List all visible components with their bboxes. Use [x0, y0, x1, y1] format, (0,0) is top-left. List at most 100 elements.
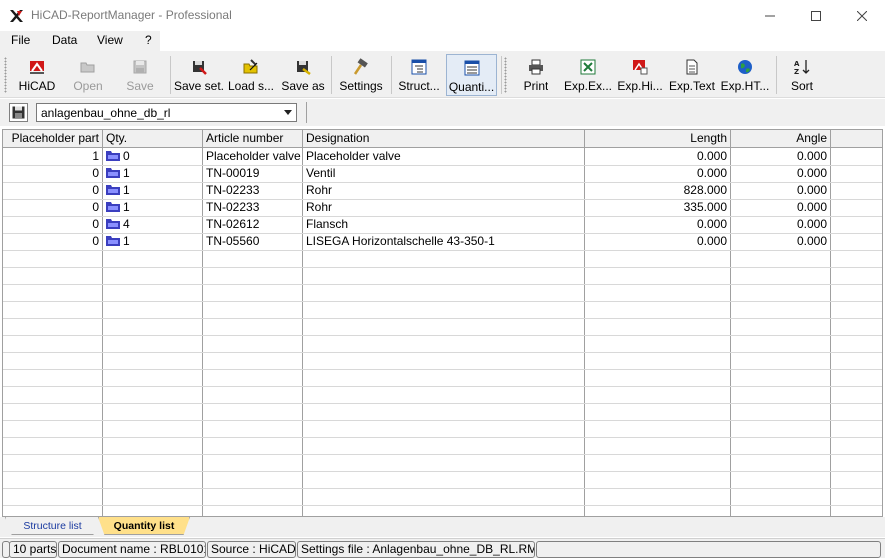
- cell-placeholder[interactable]: 0: [3, 199, 102, 216]
- cell-angle[interactable]: 0.000: [731, 165, 830, 182]
- toolbar: HiCAD Open Save Save set. Load s... Save…: [0, 51, 885, 98]
- hicad-button[interactable]: HiCAD: [12, 54, 62, 96]
- menu-view[interactable]: View: [97, 33, 123, 47]
- cell-qty[interactable]: 1: [103, 182, 202, 199]
- cell-angle[interactable]: 0.000: [731, 148, 830, 165]
- tab-quantity-list[interactable]: Quantity list: [98, 517, 190, 535]
- table-row[interactable]: 0 1 TN-05560 LISEGA Horizontalschelle 43-35…: [3, 233, 882, 250]
- grid-row-line: [3, 369, 882, 370]
- printer-icon: [529, 59, 543, 75]
- column-header-length[interactable]: Length: [585, 130, 731, 148]
- status-panel-extra: [536, 541, 881, 558]
- cell-length[interactable]: 828.000: [585, 182, 730, 199]
- cell-qty[interactable]: 1: [103, 165, 202, 182]
- cell-qty[interactable]: 1: [103, 233, 202, 250]
- export-hicad-button[interactable]: Exp.Hi...: [616, 54, 664, 96]
- part-folder-icon: [106, 168, 120, 178]
- status-document-name: Document name : RBL0101: [58, 541, 206, 558]
- tab-structure-list[interactable]: Structure list: [5, 517, 100, 535]
- grid-row-line: [3, 454, 882, 455]
- export-excel-button[interactable]: Exp.Ex...: [563, 54, 613, 96]
- cell-article-number[interactable]: TN-02233: [203, 182, 302, 199]
- toolbar-separator: [501, 56, 502, 94]
- open-button[interactable]: Open: [66, 54, 110, 96]
- status-bar: 10 parts Document name : RBL0101 Source …: [0, 538, 885, 558]
- cell-designation[interactable]: Rohr: [303, 182, 584, 199]
- cell-designation[interactable]: Flansch: [303, 216, 584, 233]
- grid-header: Placeholder part Qty. Article number Des…: [3, 130, 882, 148]
- grid-row-line: [3, 420, 882, 421]
- menu-bar: File Data View ?: [0, 31, 885, 51]
- quantity-grid: Placeholder part Qty. Article number Des…: [2, 129, 883, 517]
- cell-angle[interactable]: 0.000: [731, 182, 830, 199]
- cell-length[interactable]: 335.000: [585, 199, 730, 216]
- toolbar-separator: [331, 56, 332, 94]
- cell-article-number[interactable]: Placeholder valve: [203, 148, 302, 165]
- table-row[interactable]: 0 1 TN-02233 Rohr 828.000 0.000: [3, 182, 882, 199]
- column-header-qty[interactable]: Qty.: [103, 130, 203, 148]
- cell-placeholder[interactable]: 1: [3, 148, 102, 165]
- save-settings-small-button[interactable]: [9, 103, 28, 122]
- save-as-button[interactable]: Save as: [280, 54, 326, 96]
- minimize-button[interactable]: [747, 0, 793, 31]
- cell-designation[interactable]: LISEGA Horizontalschelle 43-350-1: [303, 233, 584, 250]
- cell-placeholder[interactable]: 0: [3, 216, 102, 233]
- load-settings-button[interactable]: Load s...: [227, 54, 275, 96]
- cell-angle[interactable]: 0.000: [731, 199, 830, 216]
- column-header-article[interactable]: Article number: [203, 130, 303, 148]
- cell-qty-value: 1: [123, 166, 130, 180]
- cell-angle[interactable]: 0.000: [731, 233, 830, 250]
- column-header-designation[interactable]: Designation: [303, 130, 585, 148]
- structure-list-button[interactable]: Struct...: [395, 54, 443, 96]
- cell-angle[interactable]: 0.000: [731, 216, 830, 233]
- menu-help[interactable]: ?: [145, 33, 152, 47]
- maximize-button[interactable]: [793, 0, 839, 31]
- menu-file[interactable]: File: [11, 33, 30, 47]
- save-button[interactable]: Save: [118, 54, 162, 96]
- table-row[interactable]: 0 4 TN-02612 Flansch 0.000 0.000: [3, 216, 882, 233]
- cell-length[interactable]: 0.000: [585, 165, 730, 182]
- sort-button[interactable]: A Z Sort: [781, 54, 823, 96]
- close-icon: [857, 10, 867, 21]
- svg-text:Z: Z: [794, 68, 799, 76]
- settings-combo[interactable]: anlagenbau_ohne_db_rl: [36, 103, 297, 122]
- column-header-placeholder[interactable]: Placeholder part: [3, 130, 103, 148]
- cell-qty[interactable]: 4: [103, 216, 202, 233]
- part-folder-icon: [106, 236, 120, 246]
- cell-length[interactable]: 0.000: [585, 216, 730, 233]
- svg-text:A: A: [794, 60, 800, 68]
- grid-row-line: [3, 335, 882, 336]
- save-settings-icon: [193, 61, 207, 75]
- cell-article-number[interactable]: TN-00019: [203, 165, 302, 182]
- cell-article-number[interactable]: TN-02233: [203, 199, 302, 216]
- cell-designation[interactable]: Placeholder valve: [303, 148, 584, 165]
- quantity-list-button[interactable]: Quanti...: [446, 54, 497, 96]
- cell-placeholder[interactable]: 0: [3, 165, 102, 182]
- settings-button[interactable]: Settings: [335, 54, 387, 96]
- export-text-button[interactable]: Exp.Text: [668, 54, 716, 96]
- menu-data[interactable]: Data: [52, 33, 77, 47]
- save-settings-button[interactable]: Save set.: [173, 54, 225, 96]
- cell-qty[interactable]: 0: [103, 148, 202, 165]
- close-button[interactable]: [839, 0, 885, 31]
- cell-length[interactable]: 0.000: [585, 148, 730, 165]
- column-header-angle[interactable]: Angle: [731, 130, 831, 148]
- toolbar-grip[interactable]: [4, 57, 7, 93]
- cell-designation[interactable]: Ventil: [303, 165, 584, 182]
- cell-article-number[interactable]: TN-02612: [203, 216, 302, 233]
- table-row[interactable]: 0 1 TN-02233 Rohr 335.000 0.000: [3, 199, 882, 216]
- cell-qty[interactable]: 1: [103, 199, 202, 216]
- chevron-down-icon[interactable]: [281, 106, 294, 119]
- cell-placeholder[interactable]: 0: [3, 182, 102, 199]
- table-row[interactable]: 1 0 Placeholder valve Placeholder valve 0.00…: [3, 148, 882, 165]
- cell-article-number[interactable]: TN-05560: [203, 233, 302, 250]
- cell-designation[interactable]: Rohr: [303, 199, 584, 216]
- window-title: HiCAD-ReportManager - Professional: [31, 8, 232, 22]
- print-button[interactable]: Print: [514, 54, 558, 96]
- text-export-icon: [686, 59, 698, 75]
- cell-length[interactable]: 0.000: [585, 233, 730, 250]
- export-html-button[interactable]: Exp.HT...: [719, 54, 771, 96]
- table-row[interactable]: 0 1 TN-00019 Ventil 0.000 0.000: [3, 165, 882, 182]
- toolbar-grip[interactable]: [504, 57, 507, 93]
- cell-placeholder[interactable]: 0: [3, 233, 102, 250]
